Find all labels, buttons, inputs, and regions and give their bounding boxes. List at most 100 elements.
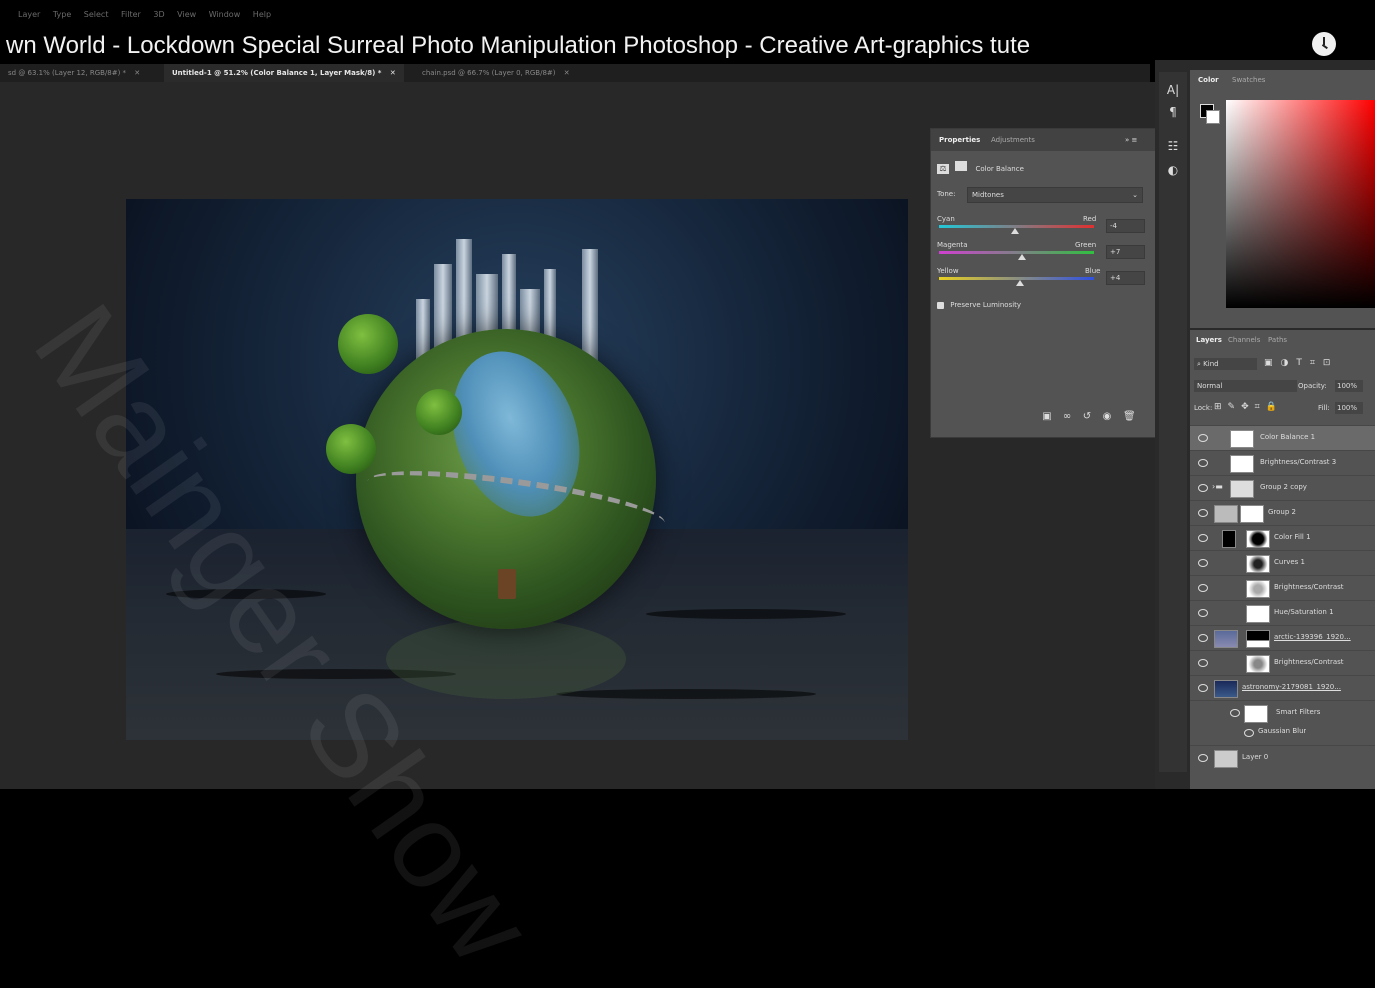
layer-row[interactable]: Brightness/Contrast xyxy=(1190,650,1375,675)
trash-icon[interactable]: 🗑 xyxy=(1123,411,1136,423)
layer-mask-thumbnail[interactable] xyxy=(1230,480,1254,498)
close-icon[interactable]: ✕ xyxy=(134,69,140,77)
menu-type[interactable]: Type xyxy=(53,10,71,19)
character-icon[interactable]: A| xyxy=(1165,82,1181,98)
tab-paths[interactable]: Paths xyxy=(1268,330,1287,350)
layer-row[interactable]: Color Balance 1 xyxy=(1190,425,1375,450)
eye-icon[interactable] xyxy=(1198,659,1208,667)
eye-icon[interactable] xyxy=(1198,559,1208,567)
adjustments-icon[interactable]: ◐ xyxy=(1165,162,1181,178)
layer-filter-icons[interactable]: ▣◑T⌗⊡ xyxy=(1264,358,1338,368)
eye-icon[interactable] xyxy=(1198,484,1208,492)
layer-row[interactable]: Brightness/Contrast xyxy=(1190,575,1375,600)
mask-icon[interactable] xyxy=(955,161,968,171)
eye-icon[interactable] xyxy=(1198,634,1208,642)
yellow-blue-value[interactable]: +4 xyxy=(1106,271,1145,285)
eye-icon[interactable] xyxy=(1198,584,1208,592)
layer-name: Smart Filters xyxy=(1276,708,1321,716)
properties-icon[interactable]: ☷ xyxy=(1165,138,1181,154)
menu-layer[interactable]: Layer xyxy=(18,10,40,19)
checkbox-icon[interactable] xyxy=(937,301,944,309)
filter-name: Gaussian Blur xyxy=(1258,727,1307,735)
eye-icon[interactable] xyxy=(1198,434,1208,442)
tab-swatches[interactable]: Swatches xyxy=(1232,70,1265,90)
tab-color[interactable]: Color xyxy=(1198,70,1219,90)
menu-filter[interactable]: Filter xyxy=(121,10,141,19)
menu-window[interactable]: Window xyxy=(209,10,241,19)
doc-tab-1[interactable]: sd @ 63.1% (Layer 12, RGB/8#) * ✕ xyxy=(0,64,148,82)
visibility-icon[interactable]: ◉ xyxy=(1101,411,1113,423)
tab-adjustments[interactable]: Adjustments xyxy=(991,129,1035,151)
tone-select[interactable]: Midtones ⌄ xyxy=(967,187,1143,203)
layer-mask-thumbnail[interactable] xyxy=(1230,430,1254,448)
layer-filter-select[interactable]: ⌕ Kind xyxy=(1194,358,1257,370)
preserve-luminosity-checkbox[interactable]: Preserve Luminosity xyxy=(937,301,1021,309)
clip-to-layer-icon[interactable]: ▣ xyxy=(1041,411,1053,423)
layer-mask-thumbnail[interactable] xyxy=(1230,455,1254,473)
layer-thumbnail[interactable] xyxy=(1214,680,1238,698)
doc-tab-2[interactable]: Untitled-1 @ 51.2% (Color Balance 1, Lay… xyxy=(164,64,404,82)
layer-thumbnail[interactable] xyxy=(1214,750,1238,768)
menu-view[interactable]: View xyxy=(177,10,196,19)
fill-field[interactable]: 100% xyxy=(1335,402,1363,414)
opacity-field[interactable]: 100% xyxy=(1335,380,1363,392)
tab-channels[interactable]: Channels xyxy=(1228,330,1260,350)
layer-row[interactable]: Layer 0 xyxy=(1190,745,1375,770)
paragraph-icon[interactable]: ¶ xyxy=(1165,104,1181,120)
menu-help[interactable]: Help xyxy=(253,10,271,19)
smart-filter-thumbnail[interactable] xyxy=(1244,705,1268,723)
tab-layers[interactable]: Layers xyxy=(1196,330,1222,350)
eye-icon[interactable] xyxy=(1198,509,1208,517)
eye-icon[interactable] xyxy=(1230,709,1240,717)
background-color-swatch[interactable] xyxy=(1206,110,1220,124)
filter-row[interactable]: Gaussian Blur xyxy=(1190,725,1375,739)
layer-row[interactable]: Brightness/Contrast 3 xyxy=(1190,450,1375,475)
lock-icons[interactable]: ⊞✎✥⌗🔒 xyxy=(1214,402,1283,412)
menu-select[interactable]: Select xyxy=(84,10,109,19)
layer-mask-thumbnail[interactable] xyxy=(1246,655,1270,673)
eye-icon[interactable] xyxy=(1198,459,1208,467)
layer-thumbnail[interactable] xyxy=(1214,630,1238,648)
doc-tab-3[interactable]: chain.psd @ 66.7% (Layer 0, RGB/8#) ✕ xyxy=(414,64,578,82)
magenta-green-value[interactable]: +7 xyxy=(1106,245,1145,259)
document-canvas[interactable] xyxy=(126,199,908,740)
reset-icon[interactable]: ↺ xyxy=(1081,411,1093,423)
color-picker-field[interactable] xyxy=(1226,100,1375,308)
layer-row[interactable]: Hue/Saturation 1 xyxy=(1190,600,1375,625)
slider-thumb[interactable] xyxy=(1011,228,1019,234)
layer-mask-thumbnail[interactable] xyxy=(1246,630,1270,648)
view-previous-icon[interactable]: ∞ xyxy=(1061,411,1073,423)
eye-icon[interactable] xyxy=(1198,609,1208,617)
layer-row[interactable]: Smart Filters xyxy=(1190,700,1375,725)
blend-mode-select[interactable]: Normal xyxy=(1194,380,1297,392)
layer-thumbnail[interactable] xyxy=(1214,505,1238,523)
layer-mask-thumbnail[interactable] xyxy=(1240,505,1264,523)
tab-properties[interactable]: Properties xyxy=(939,129,980,151)
slider-thumb[interactable] xyxy=(1016,280,1024,286)
layer-row[interactable]: Curves 1 xyxy=(1190,550,1375,575)
eye-icon[interactable] xyxy=(1244,729,1254,737)
layer-mask-thumbnail[interactable] xyxy=(1246,580,1270,598)
close-icon[interactable]: ✕ xyxy=(564,69,570,77)
eye-icon[interactable] xyxy=(1198,754,1208,762)
layer-mask-thumbnail[interactable] xyxy=(1246,555,1270,573)
layer-row[interactable]: Color Fill 1 xyxy=(1190,525,1375,550)
magenta-green-slider[interactable] xyxy=(939,251,1094,254)
eye-icon[interactable] xyxy=(1198,684,1208,692)
layer-row[interactable]: astronomy-2179081_1920... xyxy=(1190,675,1375,700)
eye-icon[interactable] xyxy=(1198,534,1208,542)
close-icon[interactable]: ✕ xyxy=(390,69,396,77)
watch-later-icon[interactable] xyxy=(1312,32,1336,56)
layer-row[interactable]: ›▬ Group 2 copy xyxy=(1190,475,1375,500)
video-title: wn World - Lockdown Special Surreal Phot… xyxy=(6,32,1031,59)
layer-row[interactable]: Group 2 xyxy=(1190,500,1375,525)
layer-mask-thumbnail[interactable] xyxy=(1246,605,1270,623)
menu-3d[interactable]: 3D xyxy=(153,10,164,19)
layer-thumbnail[interactable] xyxy=(1222,530,1236,548)
slider-thumb[interactable] xyxy=(1018,254,1026,260)
layer-row[interactable]: arctic-139396_1920... xyxy=(1190,625,1375,650)
cyan-red-value[interactable]: -4 xyxy=(1106,219,1145,233)
layer-mask-thumbnail[interactable] xyxy=(1246,530,1270,548)
panel-menu-icon[interactable]: » ≡ xyxy=(1125,129,1137,151)
doc-tab-label: Untitled-1 @ 51.2% (Color Balance 1, Lay… xyxy=(172,69,382,77)
